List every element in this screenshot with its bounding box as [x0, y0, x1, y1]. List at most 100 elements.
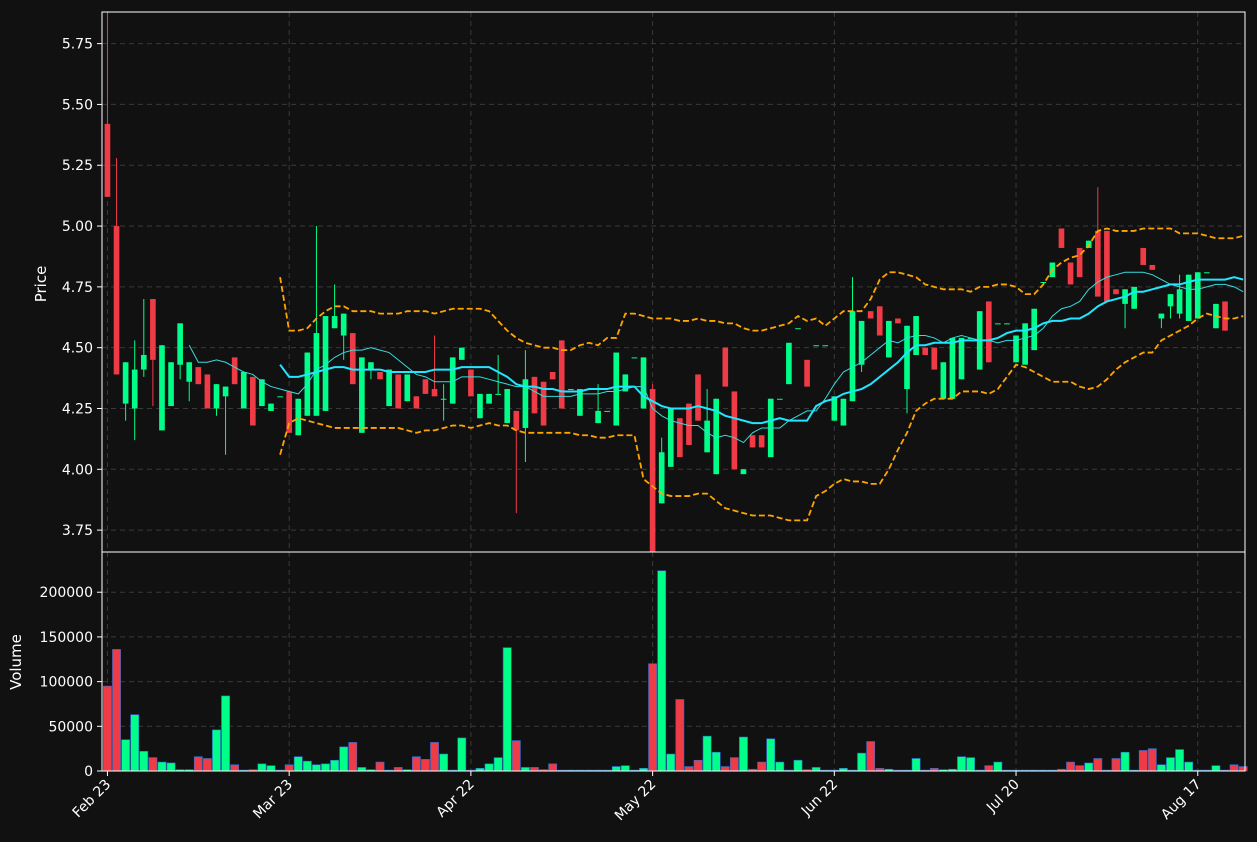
candle-body — [468, 369, 474, 397]
volume-bar — [112, 649, 121, 772]
candle-body — [140, 354, 147, 370]
volume-bar — [212, 729, 221, 772]
candle-body — [1104, 230, 1110, 302]
candle-body — [1176, 289, 1183, 314]
volume-bar — [966, 757, 975, 772]
volume-bar — [493, 757, 503, 772]
candle-body — [295, 398, 302, 436]
volume-bar — [866, 741, 876, 772]
candle-body — [404, 374, 411, 402]
volume-axis-label: Volume — [7, 634, 25, 690]
candle-body — [922, 347, 928, 355]
price-tick-label: 5.00 — [62, 219, 93, 235]
volume-bar — [984, 765, 994, 772]
candle-body — [222, 386, 229, 397]
candle-body — [477, 393, 483, 419]
volume-bar — [203, 758, 212, 772]
candle-body — [795, 328, 801, 330]
volume-bar — [1138, 750, 1148, 772]
volume-bar — [348, 742, 358, 772]
candle-body — [995, 323, 1001, 325]
candle-body — [1140, 247, 1147, 265]
price-tick-label: 4.00 — [62, 462, 93, 478]
candle-body — [1094, 230, 1101, 297]
volume-bar — [684, 766, 694, 772]
candle-body — [277, 396, 283, 398]
candle-body — [740, 469, 747, 475]
candle-body — [168, 362, 174, 407]
candle-body — [686, 403, 692, 445]
volume-bar — [702, 735, 712, 772]
candle-body — [349, 333, 356, 385]
volume-tick-label: 150000 — [40, 630, 93, 646]
candle-body — [731, 391, 738, 470]
candle-body — [904, 325, 910, 390]
candle-body — [931, 347, 938, 370]
candle-body — [268, 403, 274, 411]
price-tick-label: 3.75 — [62, 523, 93, 539]
volume-bar — [648, 663, 657, 772]
volume-bar — [711, 751, 721, 772]
volume-bar — [166, 762, 176, 772]
candle-body — [849, 311, 856, 402]
candle-body — [1167, 294, 1174, 307]
volume-bar — [357, 767, 367, 772]
candle-body — [331, 316, 338, 329]
candle-body — [250, 376, 256, 426]
candle-body — [131, 369, 138, 409]
volume-bar — [611, 766, 621, 772]
volume-bar — [620, 765, 630, 772]
candle-body — [122, 362, 129, 404]
volume-bar — [411, 756, 421, 772]
candle-body — [613, 352, 620, 426]
candle-body — [549, 372, 556, 380]
volume-bar — [1147, 748, 1157, 772]
volume-bar — [221, 695, 230, 772]
volume-bar — [266, 765, 276, 772]
volume-bar — [103, 685, 112, 772]
candle-body — [313, 333, 320, 416]
candle-body — [695, 374, 701, 421]
candle-body — [704, 420, 710, 453]
candle-body — [1004, 323, 1010, 325]
candle-body — [513, 410, 520, 431]
candle-body — [640, 357, 647, 409]
candle-body — [649, 389, 656, 552]
candle-body — [1149, 264, 1156, 270]
candle-body — [813, 345, 819, 347]
candle-body — [758, 435, 765, 448]
candle-body — [1131, 286, 1137, 309]
candle-body — [486, 393, 492, 404]
candle-body — [186, 362, 193, 382]
volume-bar — [548, 763, 558, 772]
candle-body — [368, 362, 374, 370]
candle-body — [1067, 262, 1074, 285]
candle-body — [195, 367, 202, 385]
candle-body — [658, 452, 665, 504]
volume-bar — [1093, 758, 1103, 772]
volume-bar — [1166, 757, 1175, 772]
candle-body — [113, 226, 120, 375]
volume-bar — [430, 742, 439, 772]
price-tick-label: 5.75 — [62, 37, 93, 53]
volume-bar — [257, 763, 267, 772]
candle-body — [213, 384, 220, 409]
volume-bar — [511, 740, 521, 772]
volume-bar — [1084, 762, 1094, 772]
volume-bar — [811, 767, 821, 772]
candle-body — [340, 313, 347, 336]
candle-body — [386, 369, 392, 407]
candle-body — [1204, 272, 1210, 274]
candle-body — [776, 398, 783, 400]
volume-bar — [757, 761, 767, 772]
candle-body — [822, 345, 829, 347]
candle-body — [1222, 301, 1228, 331]
volume-bar — [1120, 751, 1130, 772]
volume-bar — [993, 761, 1003, 772]
price-tick-label: 4.25 — [62, 401, 93, 417]
volume-bar — [957, 756, 966, 772]
candle-body — [1113, 289, 1119, 295]
candle-body — [985, 301, 992, 363]
volume-bar — [1229, 764, 1239, 772]
volume-bar — [1111, 758, 1121, 772]
